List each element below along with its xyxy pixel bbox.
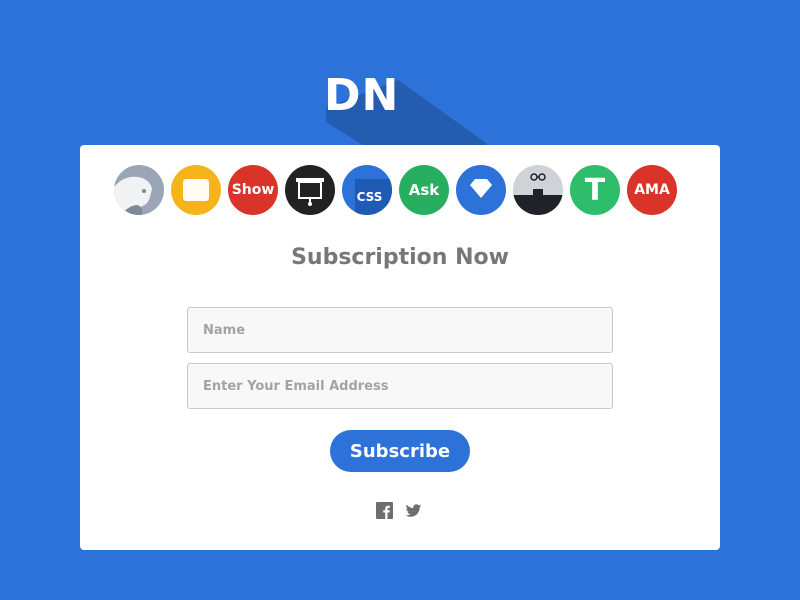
t-icon[interactable]: T: [570, 165, 620, 215]
profile-icon[interactable]: [114, 165, 164, 215]
form-title: Subscription Now: [291, 245, 509, 270]
ama-icon[interactable]: AMA: [627, 165, 677, 215]
subscription-card: Show CSS Ask T AMA Subscription Now Name…: [80, 145, 720, 550]
email-input[interactable]: [187, 363, 613, 409]
ask-label: Ask: [408, 181, 440, 199]
window-icon[interactable]: [171, 165, 221, 215]
t-label: T: [584, 172, 606, 208]
category-icons: Show CSS Ask T AMA: [114, 165, 677, 215]
diamond-icon[interactable]: [456, 165, 506, 215]
css-icon[interactable]: CSS: [342, 165, 392, 215]
ask-icon[interactable]: Ask: [399, 165, 449, 215]
show-icon[interactable]: Show: [228, 165, 278, 215]
twitter-icon[interactable]: [405, 502, 422, 519]
name-input[interactable]: [187, 307, 613, 353]
facebook-icon[interactable]: [376, 502, 393, 519]
show-label: Show: [231, 182, 275, 198]
screen-icon[interactable]: [285, 165, 335, 215]
css-label: CSS: [356, 190, 383, 204]
subscribe-button[interactable]: Subscribe: [330, 430, 470, 472]
ama-label: AMA: [634, 182, 670, 198]
logo: DN: [324, 70, 400, 121]
glasses-person-icon[interactable]: [513, 165, 563, 215]
social-links: [376, 502, 422, 519]
